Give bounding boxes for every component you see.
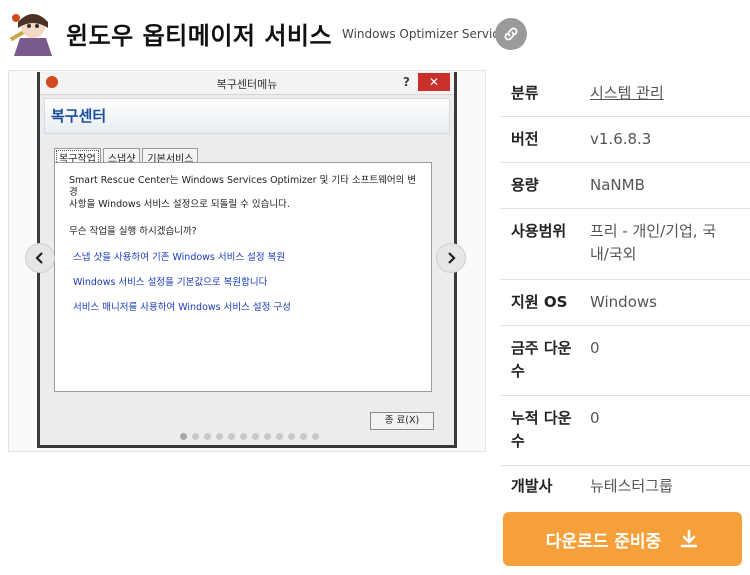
info-value: 프리 - 개인/기업, 국 <box>590 222 717 240</box>
panel-question: 무슨 작업을 실행 하시겠습니까? <box>69 226 197 237</box>
window-title: 복구센터메뉴 <box>216 78 278 91</box>
info-value: Windows <box>590 293 657 311</box>
link-icon <box>504 27 518 41</box>
info-row-total-downloads: 누적 다운 수 0 <box>500 396 750 466</box>
info-label: 금주 다운 <box>511 339 572 357</box>
info-label: 수 <box>511 432 525 450</box>
app-logo-icon <box>9 14 52 56</box>
restore-snapshot-link: 스냅 샷을 사용하여 기존 Windows 서비스 설정 복원 <box>73 252 286 263</box>
info-label: 수 <box>511 362 525 380</box>
info-label: 개발사 <box>511 477 553 495</box>
gallery-dot[interactable] <box>228 433 235 440</box>
app-info-table: 분류 시스템 관리 버전 v1.6.8.3 용량 NaNMB 사용범위 프리 -… <box>500 70 750 506</box>
page-subtitle: Windows Optimizer Service <box>342 27 507 41</box>
info-value: NaNMB <box>590 176 645 194</box>
info-row-weekly-downloads: 금주 다운 수 0 <box>500 326 750 396</box>
info-value: 뉴테스터그룹 <box>590 477 673 495</box>
gallery-dot[interactable] <box>252 433 259 440</box>
gallery-dot[interactable] <box>192 433 199 440</box>
gallery-dot[interactable] <box>276 433 283 440</box>
copy-link-button[interactable] <box>495 18 527 50</box>
window-header: 복구센터 <box>44 98 450 134</box>
panel-description: Smart Rescue Center는 Windows Services Op… <box>69 175 419 211</box>
info-value: v1.6.8.3 <box>590 130 652 148</box>
screenshot-image[interactable]: 복구센터메뉴 ? ✕ 복구센터 복구작업 스냅샷 기본서비스 Smart Res… <box>37 72 457 448</box>
category-link[interactable]: 시스템 관리 <box>590 82 664 105</box>
gallery-dot[interactable] <box>288 433 295 440</box>
help-icon: ? <box>403 75 410 89</box>
app-header: 윈도우 옵티메이저 서비스 Windows Optimizer Service <box>0 0 750 70</box>
gallery-dot[interactable] <box>312 433 319 440</box>
gallery-dot[interactable] <box>300 433 307 440</box>
page-title: 윈도우 옵티메이저 서비스 <box>66 22 333 50</box>
window-panel: Smart Rescue Center는 Windows Services Op… <box>54 162 432 392</box>
gallery-dot[interactable] <box>240 433 247 440</box>
info-label: 버전 <box>511 130 539 148</box>
gallery-next-button[interactable] <box>436 243 466 273</box>
screenshot-gallery: 복구센터메뉴 ? ✕ 복구센터 복구작업 스냅샷 기본서비스 Smart Res… <box>8 70 486 452</box>
info-value: 0 <box>590 339 600 357</box>
window-header-title: 복구센터 <box>51 107 107 125</box>
chevron-left-icon <box>35 252 43 264</box>
gallery-dot[interactable] <box>180 433 187 440</box>
info-row-developer: 개발사 뉴테스터그룹 <box>500 466 750 506</box>
window-titlebar: 복구센터메뉴 ? ✕ <box>40 72 454 95</box>
info-label: 지원 OS <box>511 293 568 311</box>
close-icon: ✕ <box>418 73 450 91</box>
info-label: 분류 <box>511 84 539 102</box>
info-label: 용량 <box>511 176 539 194</box>
info-value: 내/국외 <box>590 245 637 263</box>
window-exit-button: 종 료(X) <box>370 412 434 430</box>
restore-defaults-link: Windows 서비스 설정을 기본값으로 복원합니다 <box>73 277 268 288</box>
info-label: 사용범위 <box>511 222 567 240</box>
info-row-size: 용량 NaNMB <box>500 163 750 209</box>
download-button[interactable]: 다운로드 준비중 <box>503 512 742 566</box>
info-row-os: 지원 OS Windows <box>500 280 750 326</box>
info-label: 누적 다운 <box>511 409 572 427</box>
description-line: 사항을 Windows 서비스 설정으로 되돌릴 수 있습니다. <box>69 199 290 210</box>
gallery-dot[interactable] <box>264 433 271 440</box>
gallery-dots <box>180 433 324 440</box>
gallery-prev-button[interactable] <box>25 243 55 273</box>
info-row-category: 분류 시스템 관리 <box>500 70 750 117</box>
download-label: 다운로드 준비중 <box>545 531 662 552</box>
gallery-dot[interactable] <box>216 433 223 440</box>
info-value: 0 <box>590 409 600 427</box>
info-row-version: 버전 v1.6.8.3 <box>500 117 750 163</box>
info-row-license: 사용범위 프리 - 개인/기업, 국 내/국외 <box>500 209 750 280</box>
download-icon <box>680 529 698 548</box>
service-manager-link: 서비스 매니저를 사용하여 Windows 서비스 설정 구성 <box>73 302 291 313</box>
description-line: Smart Rescue Center는 Windows Services Op… <box>69 175 417 198</box>
chevron-right-icon <box>448 252 456 264</box>
gallery-dot[interactable] <box>204 433 211 440</box>
